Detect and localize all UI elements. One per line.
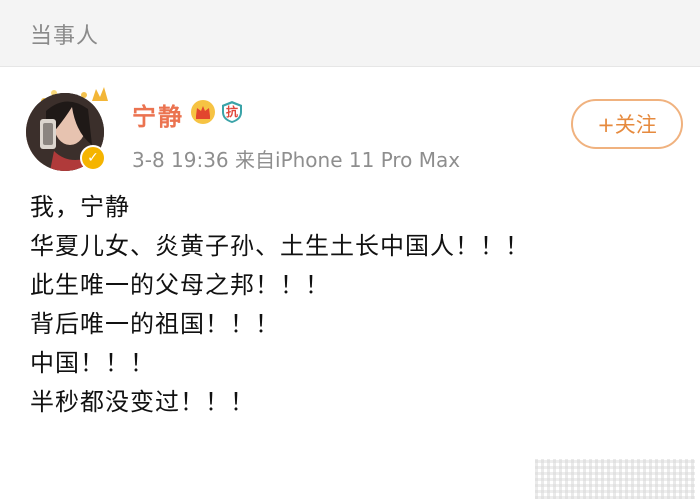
content-line: 我，宁静 (30, 193, 130, 221)
username[interactable]: 宁静 (132, 97, 184, 132)
verified-icon: ✓ (80, 145, 106, 171)
post-content: 我，宁静 华夏儿女、炎黄子孙、土生土长中国人！！！ 此生唯一的父母之邦！！！ 背… (30, 188, 690, 422)
content-line: 中国！！！ (30, 349, 155, 377)
follow-button[interactable]: +关注 (571, 99, 683, 149)
content-line: 此生唯一的父母之邦！！！ (30, 271, 330, 299)
section-header: 当事人 (0, 0, 700, 67)
content-line: 半秒都没变过！！！ (30, 388, 255, 416)
post-meta[interactable]: 3-8 19:36 来自iPhone 11 Pro Max (132, 144, 460, 173)
badge-text: 抗 (225, 105, 238, 119)
content-line: 背后唯一的祖国！！！ (30, 310, 280, 338)
vip-crown-icon[interactable] (190, 99, 216, 125)
avatar-container[interactable]: ✓ (22, 83, 112, 173)
section-title: 当事人 (30, 24, 100, 49)
shield-badge-icon[interactable]: 抗 (220, 100, 244, 124)
content-line: 华夏儿女、炎黄子孙、土生土长中国人！！！ (30, 232, 530, 260)
weibo-post: ✓ 宁静 抗 3-8 19:36 来自iPhone 11 Pro Max +关注… (0, 67, 700, 499)
watermark (535, 459, 695, 499)
